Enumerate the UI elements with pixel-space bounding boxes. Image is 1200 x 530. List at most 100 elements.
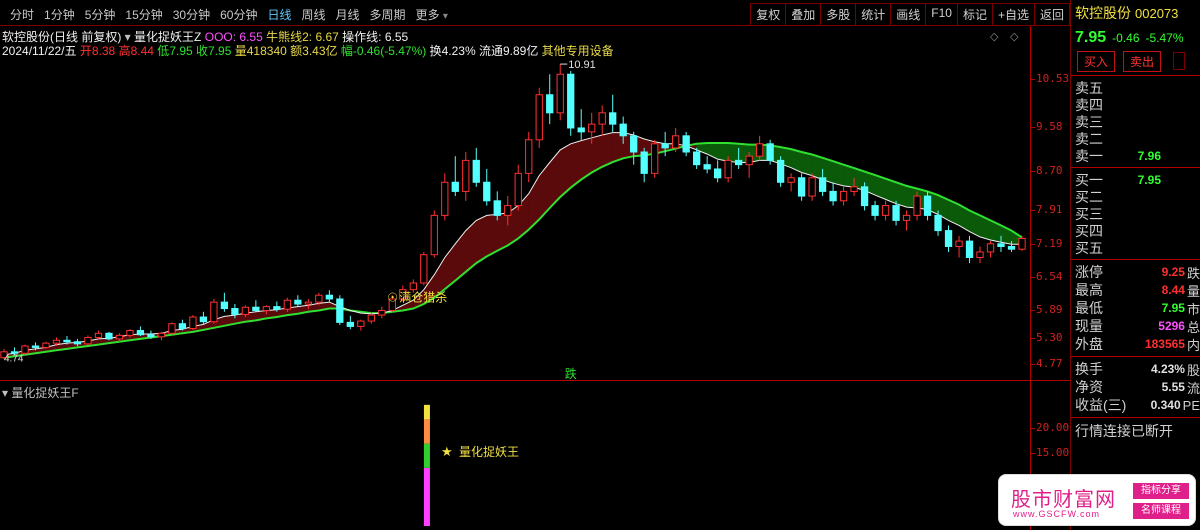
- stat-value: 4.23%: [1150, 362, 1185, 376]
- candle-body: [241, 306, 250, 315]
- candle-body: [755, 143, 764, 157]
- f10-button[interactable]: F10: [925, 3, 958, 26]
- tab-multi-period[interactable]: 多周期: [366, 6, 410, 23]
- candle-body: [21, 345, 29, 354]
- candle-body: [126, 330, 134, 336]
- multi-stock-button[interactable]: 多股: [820, 3, 857, 26]
- back-button[interactable]: 返回: [1033, 3, 1070, 26]
- subchart-signal-label: 量化捉妖王: [459, 444, 519, 459]
- band-fill: [601, 132, 613, 168]
- signal-bar-segment: [423, 467, 430, 526]
- stat-row: 最高 8.44 量: [1071, 281, 1200, 299]
- candle-body: [955, 240, 963, 247]
- candle-body: [598, 112, 606, 125]
- stat-label: 净资: [1075, 379, 1103, 395]
- stat-label: 现量: [1075, 318, 1103, 334]
- stat-label: 外盘: [1075, 336, 1103, 352]
- draw-line-button[interactable]: 画线: [890, 3, 927, 26]
- candle-body: [105, 332, 113, 340]
- candle-body: [902, 214, 911, 221]
- add-watchlist-button[interactable]: +自选: [991, 3, 1035, 26]
- candle-body: [976, 251, 984, 258]
- tab-1min[interactable]: 1分钟: [40, 6, 79, 23]
- quote-panel: 软控股份 002073 7.95 -0.46 -5.47% 买入 卖出 卖五 卖…: [1070, 0, 1200, 530]
- candle-body: [378, 309, 386, 316]
- tab-weekly[interactable]: 周线: [297, 6, 329, 23]
- candle-body: [283, 299, 292, 310]
- candle-body: [682, 135, 690, 153]
- tab-5min[interactable]: 5分钟: [81, 6, 120, 23]
- candle-body: [609, 112, 617, 125]
- candle-body: [483, 181, 491, 202]
- y-tick: 5.30: [1030, 331, 1063, 344]
- stat-row: 换手 4.23% 股: [1071, 360, 1200, 378]
- candle-body: [1007, 245, 1016, 250]
- candle-body: [1018, 237, 1026, 250]
- y-axis-line: [1030, 26, 1031, 530]
- candle-body: [546, 94, 554, 114]
- sell-button[interactable]: 卖出: [1123, 50, 1162, 72]
- bid-row: 买三: [1071, 205, 1200, 222]
- statistics-button[interactable]: 统计: [855, 3, 892, 26]
- money-bag-icon: ☉: [387, 291, 398, 305]
- band-fill-group: [3, 132, 1023, 358]
- expand-panel-button[interactable]: [1173, 52, 1186, 70]
- annotations-group: 10.91 4.74 满仓猎杀 ☉ 跌 ★ 量化捉妖王: [4, 59, 596, 460]
- overlay-button[interactable]: 叠加: [785, 3, 822, 26]
- ma-lines-group: [3, 132, 1023, 359]
- watermark-url: www.GSCFW.com: [1013, 509, 1101, 519]
- candle-body: [619, 123, 627, 137]
- band-fill: [801, 151, 813, 176]
- candle-body: [430, 214, 438, 256]
- ask-row: 卖四: [1071, 96, 1200, 113]
- period-tabs: 分时 1分钟 5分钟 15分钟 30分钟 60分钟 日线 周线 月线 多周期 更…: [6, 6, 452, 23]
- tab-monthly[interactable]: 月线: [332, 6, 364, 23]
- candle-body: [31, 345, 40, 348]
- bid-row: 买二: [1071, 188, 1200, 205]
- toolbar-actions: 复权 叠加 多股 统计 画线 F10 标记 +自选 返回: [750, 3, 1070, 26]
- candle-body: [472, 159, 480, 183]
- candle-body: [923, 195, 932, 216]
- candle-body: [304, 301, 312, 305]
- candle-body: [986, 243, 995, 253]
- band-fill: [486, 214, 498, 257]
- buy-button[interactable]: 买入: [1077, 50, 1116, 72]
- tab-30min[interactable]: 30分钟: [169, 6, 214, 23]
- drop-marker-label: 跌: [565, 366, 577, 381]
- candle-body: [577, 127, 585, 133]
- stat-row: 涨停 9.25 跌: [1071, 263, 1200, 281]
- start-price-label: 4.74: [4, 354, 24, 365]
- stock-header: 软控股份 002073: [1071, 0, 1200, 26]
- candle-body: [84, 336, 92, 345]
- watermark-tag: 指标分享: [1133, 483, 1189, 499]
- candle-body: [871, 205, 879, 216]
- tab-daily[interactable]: 日线: [263, 6, 295, 23]
- fuquan-button[interactable]: 复权: [750, 3, 787, 26]
- stat-value: 9.25: [1161, 265, 1185, 279]
- ask-row: 卖三: [1071, 113, 1200, 130]
- bid-list: 买一 7.95 买二 买三 买四 买五: [1071, 171, 1200, 256]
- stat-extra: 流: [1186, 380, 1200, 396]
- y-tick: 8.70: [1030, 164, 1063, 177]
- candle-body: [892, 205, 900, 221]
- candle-body: [630, 135, 638, 153]
- signal-bar-segment: [423, 404, 430, 420]
- tab-fenshi[interactable]: 分时: [6, 6, 38, 23]
- candle-body: [409, 282, 417, 291]
- candle-body: [115, 334, 124, 340]
- candle-body: [567, 73, 575, 129]
- stat-extra: 市: [1186, 301, 1200, 317]
- candle-body: [766, 143, 774, 161]
- candle-body: [493, 200, 501, 216]
- candle-body: [724, 159, 732, 179]
- y-tick: 7.91: [1030, 203, 1063, 216]
- band-fill: [476, 214, 488, 264]
- candle-body: [839, 190, 848, 202]
- mark-button[interactable]: 标记: [956, 3, 993, 26]
- tab-15min[interactable]: 15分钟: [121, 6, 166, 23]
- candle-body: [252, 306, 260, 311]
- ask-label: 卖一: [1075, 147, 1103, 164]
- period-toolbar: 分时 1分钟 5分钟 15分钟 30分钟 60分钟 日线 周线 月线 多周期 更…: [0, 0, 1070, 26]
- tab-60min[interactable]: 60分钟: [216, 6, 261, 23]
- tab-more[interactable]: 更多 ▾: [412, 6, 452, 23]
